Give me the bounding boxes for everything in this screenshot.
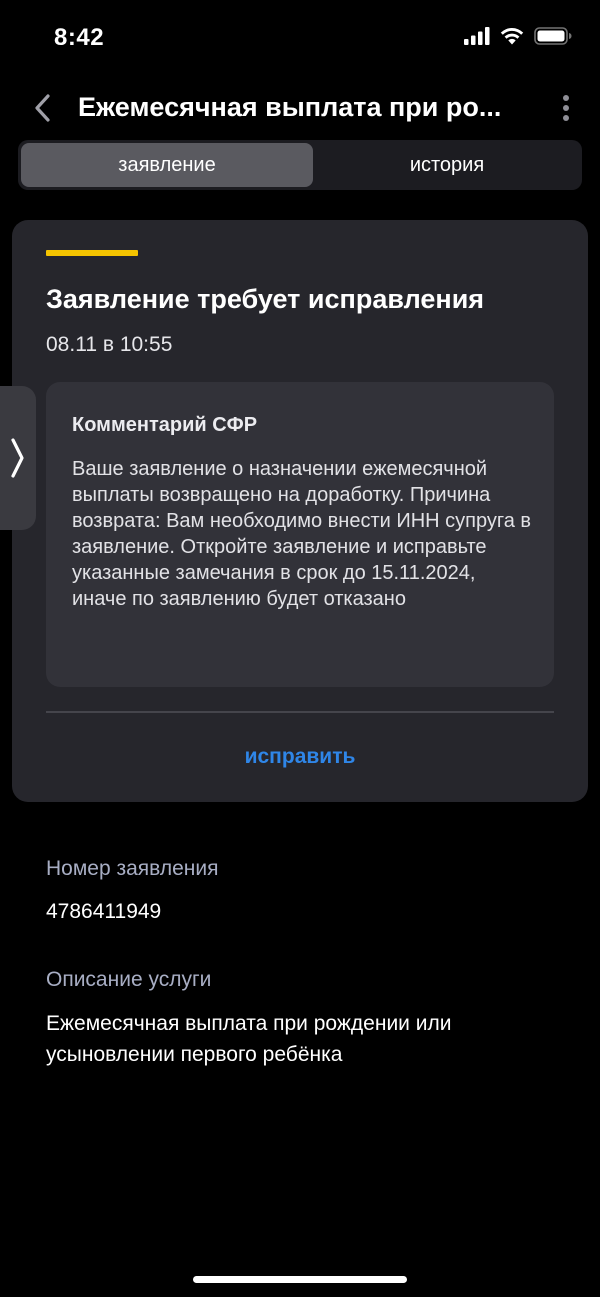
divider [46, 711, 554, 713]
app-header: Ежемесячная выплата при ро... [0, 78, 600, 138]
status-accent-bar [46, 250, 138, 256]
chevron-left-icon [35, 94, 50, 122]
comment-title: Комментарий СФР [72, 414, 258, 436]
application-number-label: Номер заявления [46, 857, 219, 880]
status-card: Заявление требует исправления 08.11 в 10… [12, 220, 588, 802]
service-description-value: Ежемесячная выплата при рождении или усы… [46, 1012, 452, 1066]
comment-box: Комментарий СФР Ваше заявление о назначе… [46, 382, 554, 687]
more-vertical-icon-dot [563, 115, 569, 121]
battery-icon [534, 27, 572, 45]
application-number-value: 4786411949 [46, 900, 162, 923]
status-bar: 8:42 [0, 0, 600, 78]
cellular-signal-icon [464, 27, 490, 45]
comment-text: Ваше заявление о назначении ежемесячной … [72, 458, 532, 610]
tab-application[interactable]: заявление [21, 143, 313, 187]
wifi-icon [500, 28, 524, 45]
status-time: 8:42 [54, 24, 105, 51]
chevron-right-icon [11, 438, 24, 478]
status-date: 08.11 в 10:55 [46, 333, 173, 356]
more-vertical-icon-dot [563, 105, 569, 111]
status-icons [464, 27, 572, 45]
status-title: Заявление требует исправления [46, 284, 485, 314]
service-description-label: Описание услуги [46, 968, 212, 991]
fix-button[interactable]: исправить [46, 732, 554, 782]
tab-history[interactable]: история [315, 143, 579, 187]
side-drawer-handle[interactable] [0, 386, 36, 530]
home-indicator[interactable] [193, 1276, 407, 1283]
page-title: Ежемесячная выплата при ро... [78, 92, 502, 122]
tab-switcher: заявление история [18, 140, 582, 190]
more-vertical-icon [563, 95, 569, 101]
back-button[interactable] [24, 88, 60, 128]
more-options-button[interactable] [558, 90, 574, 126]
